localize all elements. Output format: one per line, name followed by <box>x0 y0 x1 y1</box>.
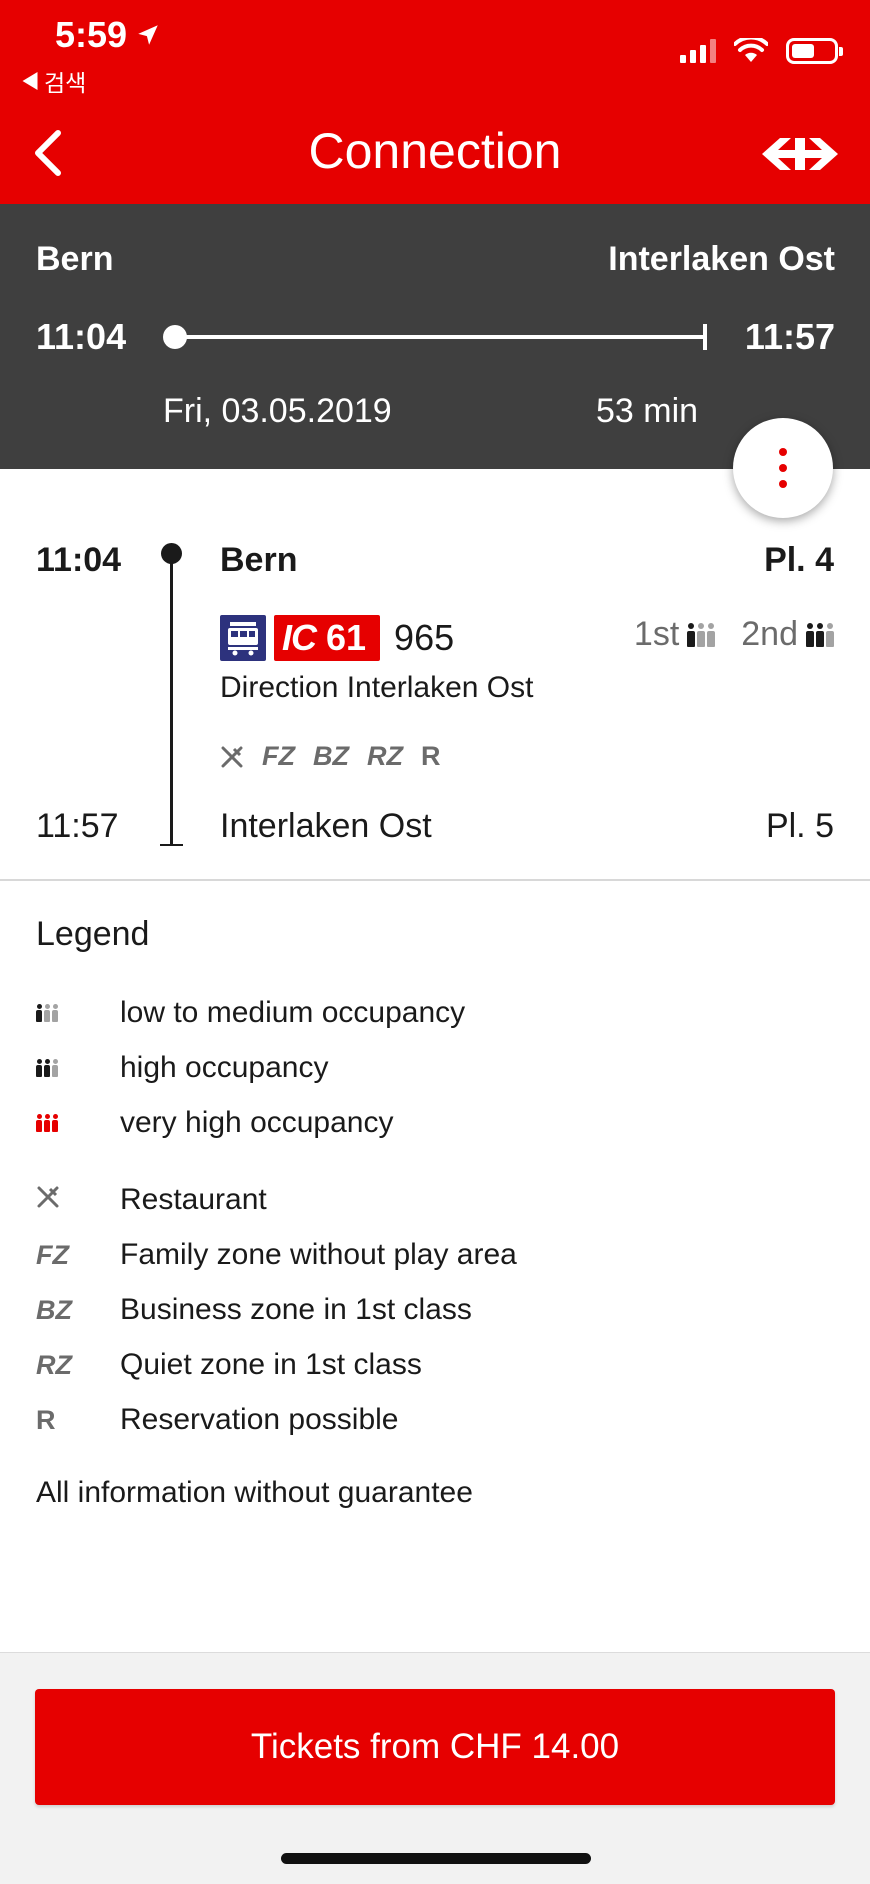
section-arrival-station: Interlaken Ost <box>220 807 432 845</box>
disclaimer: All information without guarantee <box>36 1476 473 1509</box>
wifi-icon <box>734 38 768 62</box>
home-indicator[interactable] <box>281 1853 591 1864</box>
status-time: 5:59 <box>55 14 161 56</box>
line-badge: IC 61 <box>274 615 381 661</box>
feature-r: R <box>421 741 441 771</box>
feature-fz: FZ <box>262 741 295 771</box>
train-number: 965 <box>394 617 455 658</box>
legend-title: Legend <box>36 915 150 953</box>
occupancy-very-high-icon <box>36 1113 58 1132</box>
sbb-logo-icon <box>762 138 838 170</box>
train-direction: Direction Interlaken Ost <box>220 671 534 704</box>
occupancy-low-icon <box>36 1003 58 1022</box>
section-departure-time: 11:04 <box>36 541 122 579</box>
legend-item: R Reservation possible <box>36 1403 399 1436</box>
restaurant-icon <box>37 1186 59 1207</box>
legend-item: very high occupancy <box>36 1103 836 1143</box>
summary-departure-time: 11:04 <box>36 316 127 357</box>
battery-icon <box>786 38 843 64</box>
legend-item: BZ Business zone in 1st class <box>36 1293 472 1326</box>
feature-rz: RZ <box>367 741 403 771</box>
train-features: FZ BZ RZ R <box>220 741 441 772</box>
legend-item: RZ Quiet zone in 1st class <box>36 1348 422 1381</box>
section-arrival-platform: Pl. 5 <box>765 807 834 845</box>
more-dot <box>779 448 787 456</box>
summary-date: Fri, 03.05.2019 <box>163 392 392 430</box>
location-arrow-icon <box>138 25 158 45</box>
occupancy-high-icon <box>806 622 834 647</box>
line-category: IC <box>282 617 317 658</box>
restaurant-icon <box>221 746 243 767</box>
second-class-label: 2nd <box>741 615 798 653</box>
status-back-link[interactable]: 검색 <box>22 64 86 98</box>
back-triangle-icon <box>22 72 38 90</box>
connection-section[interactable]: 11:04 Bern Pl. 4 IC 61 965 1st 2nd Direc… <box>0 469 870 881</box>
top-bar: 5:59 검색 Connection <box>0 0 870 204</box>
feature-bz: BZ <box>313 741 349 771</box>
legend-item: FZ Family zone without play area <box>36 1238 517 1271</box>
line-number: 61 <box>326 617 367 658</box>
journey-summary: Bern Interlaken Ost 11:04 11:57 Fri, 03.… <box>0 204 870 469</box>
summary-timeline <box>163 324 707 350</box>
summary-origin: Bern <box>36 240 114 278</box>
legend-item: low to medium occupancy <box>36 993 836 1033</box>
section-departure-platform: Pl. 4 <box>764 541 834 579</box>
timeline-end-tick <box>703 324 707 350</box>
legend-item: high occupancy <box>36 1048 836 1088</box>
timeline-start-dot <box>163 325 187 349</box>
section-departure-station: Bern <box>220 541 298 579</box>
cellular-signal-icon <box>680 39 716 63</box>
occupancy-low-icon <box>687 622 716 647</box>
route-end-tick <box>160 844 183 846</box>
summary-duration: 53 min <box>596 392 699 430</box>
tickets-button[interactable]: Tickets from CHF 14.00 <box>35 1689 835 1805</box>
first-class-label: 1st <box>633 615 680 653</box>
status-indicators <box>680 38 843 64</box>
route-line <box>170 552 173 845</box>
summary-arrival-time: 11:57 <box>744 316 835 357</box>
bottom-bar: Tickets from CHF 14.00 <box>0 1652 870 1884</box>
summary-destination: Interlaken Ost <box>608 240 835 278</box>
occupancy-info: 1st 2nd <box>634 615 834 654</box>
occupancy-high-icon <box>36 1058 58 1077</box>
train-icon <box>220 615 266 661</box>
train-info: IC 61 965 <box>220 615 454 661</box>
page-title: Connection <box>308 123 562 179</box>
section-arrival-time: 11:57 <box>36 807 119 845</box>
legend-item: Restaurant <box>36 1180 836 1220</box>
